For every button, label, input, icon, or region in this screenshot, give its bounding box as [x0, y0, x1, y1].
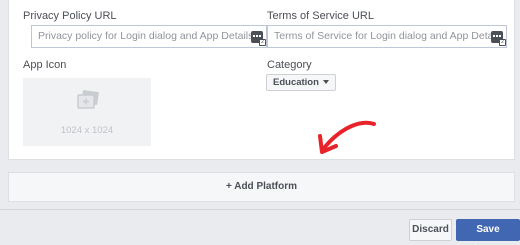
add-platform-button[interactable]: + Add Platform: [8, 172, 515, 202]
terms-of-service-label: Terms of Service URL: [267, 10, 374, 22]
photo-placeholder-icon: [77, 90, 99, 109]
privacy-policy-input[interactable]: Privacy policy for Login dialog and App …: [31, 25, 267, 48]
keyboard-input-icon[interactable]: 2: [251, 31, 266, 46]
terms-of-service-input[interactable]: Terms of Service for Login dialog and Ap…: [267, 25, 507, 48]
chevron-down-icon: [322, 80, 329, 84]
save-changes-button[interactable]: Save Changes: [456, 219, 520, 245]
category-value: Education: [273, 77, 319, 88]
app-icon-size-text: 1024 x 1024: [60, 125, 114, 136]
privacy-policy-placeholder: Privacy policy for Login dialog and App …: [38, 30, 254, 42]
footer-divider: [0, 209, 520, 210]
category-dropdown[interactable]: Education: [266, 74, 336, 91]
basic-settings-card: Privacy Policy URL Privacy policy for Lo…: [8, 0, 515, 160]
keyboard-input-icon[interactable]: 2: [491, 31, 506, 46]
discard-button[interactable]: Discard: [409, 219, 452, 241]
app-icon-upload[interactable]: 1024 x 1024: [23, 78, 151, 146]
annotation-arrow: [318, 120, 376, 154]
terms-of-service-placeholder: Terms of Service for Login dialog and Ap…: [274, 30, 504, 42]
privacy-policy-label: Privacy Policy URL: [23, 10, 117, 22]
app-icon-label: App Icon: [23, 59, 67, 71]
category-label: Category: [267, 59, 312, 71]
